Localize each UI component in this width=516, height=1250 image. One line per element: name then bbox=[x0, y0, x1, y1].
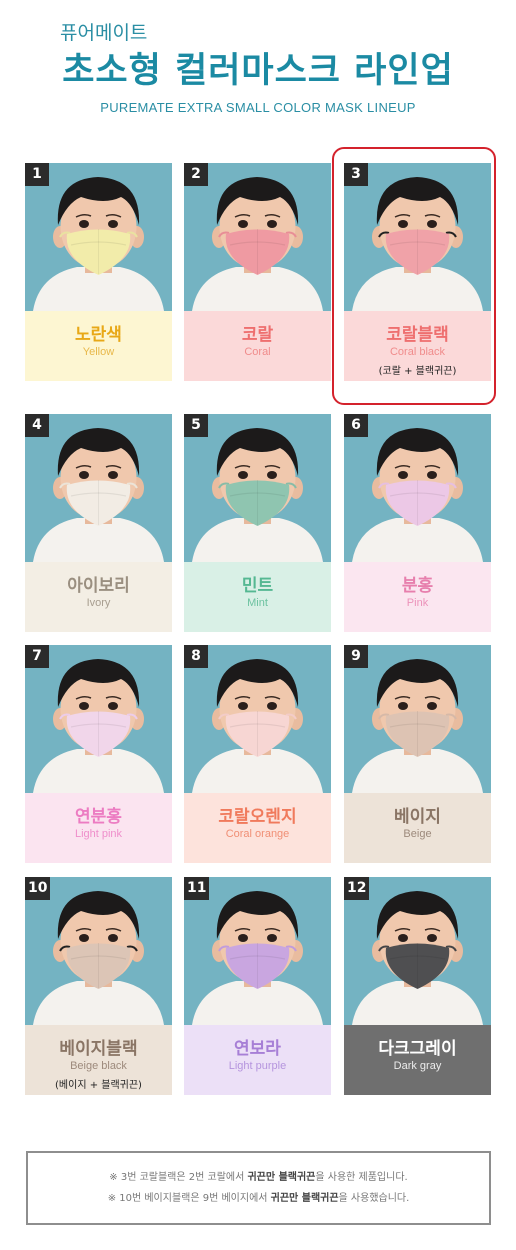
footnote-text: ※ 10번 베이지블랙은 9번 베이지에서 bbox=[107, 1193, 271, 1204]
color-name-english: Ivory bbox=[86, 597, 111, 609]
product-label: 코랄 Coral bbox=[184, 311, 331, 381]
footnote-text: ※ 3번 코랄블랙은 2번 코랄에서 bbox=[109, 1172, 248, 1183]
product-photo: 5 bbox=[184, 414, 331, 562]
product-number-badge: 3 bbox=[344, 163, 368, 186]
product-card-12: 12 다크그레이 Dark gray bbox=[344, 877, 491, 1095]
header: 퓨어메이트 초소형 컬러마스크 라인업 PUREMATE EXTRA SMALL… bbox=[0, 0, 516, 150]
product-card-4: 4 아이보리 Ivory bbox=[25, 414, 172, 632]
color-name-korean: 베이지 bbox=[394, 807, 441, 827]
color-name-korean: 아이보리 bbox=[67, 576, 130, 596]
product-label: 노란색 Yellow bbox=[25, 311, 172, 381]
product-label: 아이보리 Ivory bbox=[25, 562, 172, 632]
page-title: 초소형 컬러마스크 라인업 bbox=[62, 51, 454, 91]
color-name-english: Coral orange bbox=[225, 828, 290, 840]
footnote-text: 을 사용했습니다. bbox=[338, 1193, 410, 1204]
product-label: 베이지블랙 Beige black (베이지 + 블랙귀끈) bbox=[25, 1025, 172, 1095]
product-photo: 8 bbox=[184, 645, 331, 793]
product-card-1: 1 노란색 Yellow bbox=[25, 163, 172, 381]
color-name-english: Yellow bbox=[82, 346, 115, 358]
brand-name: 퓨어메이트 bbox=[60, 22, 148, 44]
product-number-badge: 5 bbox=[184, 414, 208, 437]
product-photo: 6 bbox=[344, 414, 491, 562]
color-name-korean: 연보라 bbox=[234, 1039, 281, 1059]
color-name-english: Pink bbox=[406, 597, 429, 609]
product-label: 분홍 Pink bbox=[344, 562, 491, 632]
product-label: 다크그레이 Dark gray bbox=[344, 1025, 491, 1095]
product-number-badge: 8 bbox=[184, 645, 208, 668]
color-name-korean: 노란색 bbox=[75, 325, 122, 345]
footnote-line-2: ※ 10번 베이지블랙은 9번 베이지에서 귀끈만 블랙귀끈을 사용했습니다. bbox=[28, 1188, 489, 1209]
product-number-badge: 6 bbox=[344, 414, 368, 437]
page-subtitle: PUREMATE EXTRA SMALL COLOR MASK LINEUP bbox=[100, 100, 416, 115]
color-name-korean: 분홍 bbox=[401, 576, 434, 596]
color-name-english: Coral bbox=[244, 346, 271, 358]
color-name-english: Light purple bbox=[228, 1060, 287, 1072]
product-photo: 12 bbox=[344, 877, 491, 1025]
product-photo: 11 bbox=[184, 877, 331, 1025]
product-card-8: 8 코랄오렌지 Coral orange bbox=[184, 645, 331, 863]
product-label: 코랄오렌지 Coral orange bbox=[184, 793, 331, 863]
product-number-badge: 1 bbox=[25, 163, 49, 186]
product-card-11: 11 연보라 Light purple bbox=[184, 877, 331, 1095]
product-number-badge: 4 bbox=[25, 414, 49, 437]
product-card-9: 9 베이지 Beige bbox=[344, 645, 491, 863]
product-number-badge: 9 bbox=[344, 645, 368, 668]
product-number-badge: 11 bbox=[184, 877, 210, 900]
color-name-korean: 다크그레이 bbox=[378, 1039, 457, 1059]
color-name-korean: 베이지블랙 bbox=[59, 1039, 138, 1059]
product-card-2: 2 코랄 Coral bbox=[184, 163, 331, 381]
product-label: 베이지 Beige bbox=[344, 793, 491, 863]
product-card-5: 5 민트 Mint bbox=[184, 414, 331, 632]
footnote-line-1: ※ 3번 코랄블랙은 2번 코랄에서 귀끈만 블랙귀끈을 사용한 제품입니다. bbox=[28, 1167, 489, 1188]
color-name-korean: 연분홍 bbox=[75, 807, 122, 827]
product-photo: 9 bbox=[344, 645, 491, 793]
product-photo: 1 bbox=[25, 163, 172, 311]
color-name-english: Beige bbox=[403, 828, 432, 840]
product-card-10: 10 베이지블랙 Beige black (베이지 + 블랙귀끈) bbox=[25, 877, 172, 1095]
color-name-korean: 민트 bbox=[241, 576, 274, 596]
color-name-english: Mint bbox=[247, 597, 268, 609]
color-name-korean: 코랄오렌지 bbox=[218, 807, 297, 827]
color-name-english: Light pink bbox=[74, 828, 123, 840]
product-number-badge: 7 bbox=[25, 645, 49, 668]
color-name-english: Beige black bbox=[70, 1060, 127, 1072]
footnote-box: ※ 3번 코랄블랙은 2번 코랄에서 귀끈만 블랙귀끈을 사용한 제품입니다. … bbox=[26, 1151, 491, 1225]
product-photo: 7 bbox=[25, 645, 172, 793]
product-photo: 10 bbox=[25, 877, 172, 1025]
footnote-emphasis: 귀끈만 블랙귀끈 bbox=[247, 1172, 316, 1183]
product-card-7: 7 연분홍 Light pink bbox=[25, 645, 172, 863]
variant-note: (베이지 + 블랙귀끈) bbox=[55, 1080, 142, 1091]
product-number-badge: 2 bbox=[184, 163, 208, 186]
color-name-english: Dark gray bbox=[393, 1060, 442, 1072]
footnote-emphasis: 귀끈만 블랙귀끈 bbox=[270, 1193, 339, 1204]
product-photo: 4 bbox=[25, 414, 172, 562]
product-number-badge: 10 bbox=[25, 877, 51, 900]
footnote-text: 을 사용한 제품입니다. bbox=[315, 1172, 408, 1183]
product-label: 연분홍 Light pink bbox=[25, 793, 172, 863]
product-card-6: 6 분홍 Pink bbox=[344, 414, 491, 632]
product-label: 연보라 Light purple bbox=[184, 1025, 331, 1095]
color-name-korean: 코랄 bbox=[241, 325, 274, 345]
product-label: 민트 Mint bbox=[184, 562, 331, 632]
product-number-badge: 12 bbox=[344, 877, 370, 900]
product-photo: 2 bbox=[184, 163, 331, 311]
